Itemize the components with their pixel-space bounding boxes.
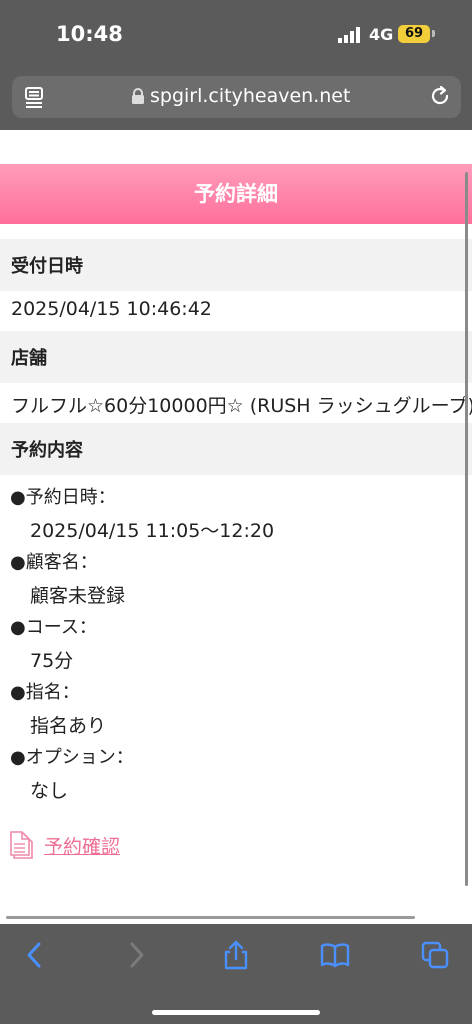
received-datetime: 2025/04/15 10:46:42 bbox=[11, 298, 212, 320]
detail-label-course: ●コース： bbox=[10, 617, 97, 638]
browser-toolbar bbox=[0, 924, 472, 1024]
reader-icon[interactable] bbox=[24, 86, 46, 108]
detail-value-option: なし bbox=[30, 780, 69, 802]
tabs-icon[interactable] bbox=[420, 940, 450, 970]
forward-icon[interactable] bbox=[121, 940, 151, 970]
detail-label-reservation-time: ●予約日時： bbox=[10, 487, 116, 508]
url-text[interactable]: spgirl.cityheaven.net bbox=[150, 85, 350, 107]
section-received-time: 受付日時 bbox=[0, 239, 472, 291]
bookmarks-icon[interactable] bbox=[320, 940, 350, 970]
section-reservation-content: 予約内容 bbox=[0, 423, 472, 475]
detail-label-option: ●オプション： bbox=[10, 747, 134, 768]
status-bar: 10:48 4G 69 bbox=[0, 0, 472, 70]
section-label: 受付日時 bbox=[11, 256, 83, 277]
reservation-confirm-link[interactable]: 予約確認 bbox=[44, 832, 120, 859]
signal-icon bbox=[338, 27, 360, 43]
detail-value-course: 75分 bbox=[30, 650, 74, 672]
home-indicator[interactable] bbox=[152, 1010, 320, 1015]
document-icon[interactable] bbox=[10, 829, 36, 861]
bullet: ● bbox=[10, 617, 26, 638]
section-shop: 店舗 bbox=[0, 331, 472, 383]
reload-icon[interactable] bbox=[429, 85, 451, 107]
section-label: 予約内容 bbox=[11, 440, 83, 461]
back-icon[interactable] bbox=[20, 940, 50, 970]
page-title: 予約詳細 bbox=[194, 182, 278, 206]
lock-icon bbox=[132, 88, 144, 104]
bullet: ● bbox=[10, 682, 26, 703]
section-label: 店舗 bbox=[11, 348, 47, 369]
shop-name: フルフル☆60分10000円☆ (RUSH ラッシュグループ) bbox=[11, 395, 472, 417]
share-icon[interactable] bbox=[221, 940, 251, 970]
vertical-scrollbar[interactable] bbox=[465, 172, 468, 886]
bullet: ● bbox=[10, 747, 26, 768]
battery-nub bbox=[432, 30, 435, 37]
detail-label-nomination: ●指名： bbox=[10, 682, 80, 703]
address-bar[interactable]: spgirl.cityheaven.net bbox=[12, 76, 461, 118]
page-header: 予約詳細 bbox=[0, 164, 472, 224]
horizontal-scrollbar[interactable] bbox=[6, 916, 415, 919]
battery-indicator: 69 bbox=[398, 25, 430, 43]
bullet: ● bbox=[10, 487, 26, 508]
detail-value-nomination: 指名あり bbox=[30, 715, 107, 737]
browser-address-area: spgirl.cityheaven.net bbox=[0, 70, 472, 130]
detail-value-reservation-time: 2025/04/15 11:05〜12:20 bbox=[30, 520, 275, 542]
bullet: ● bbox=[10, 552, 26, 573]
detail-value-customer: 顧客未登録 bbox=[30, 585, 126, 607]
detail-label-customer: ●顧客名： bbox=[10, 552, 98, 573]
network-label: 4G bbox=[369, 25, 394, 44]
status-time: 10:48 bbox=[56, 22, 123, 46]
